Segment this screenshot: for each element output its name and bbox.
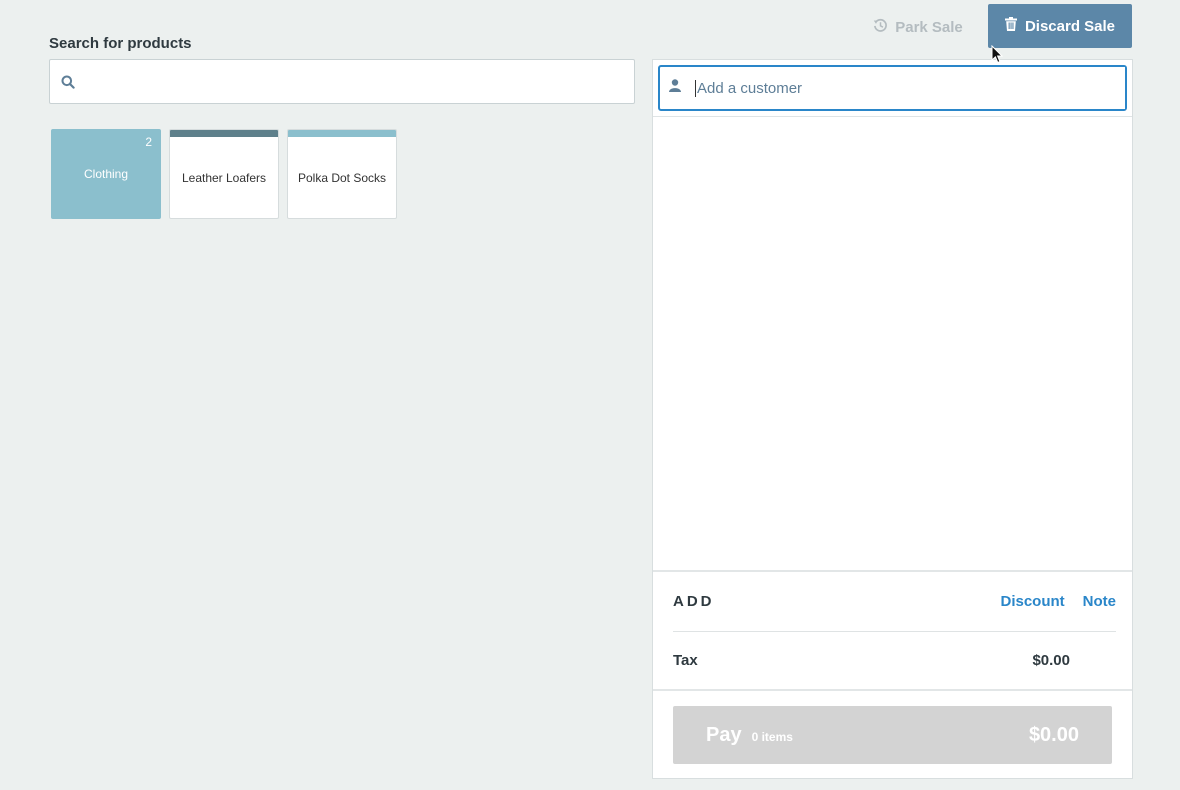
quick-keys: 2 Clothing Leather Loafers Polka Dot Soc… (51, 129, 397, 219)
category-count: 2 (145, 135, 152, 149)
tax-label: Tax (673, 652, 698, 669)
discard-sale-button[interactable]: Discard Sale (988, 4, 1132, 48)
add-discount-link[interactable]: Discount (1000, 593, 1064, 610)
add-note-link[interactable]: Note (1083, 593, 1116, 610)
add-section: ADD Discount Note Tax $0.00 (653, 570, 1132, 689)
category-tile-clothing[interactable]: 2 Clothing (51, 129, 161, 219)
tile-label: Leather Loafers (181, 171, 267, 185)
history-icon (873, 18, 888, 37)
tax-value: $0.00 (1032, 652, 1070, 669)
park-sale-label: Park Sale (895, 18, 963, 36)
product-tile-polka-dot-socks[interactable]: Polka Dot Socks (287, 129, 397, 219)
customer-search-box[interactable] (658, 65, 1127, 111)
mouse-cursor-icon (991, 44, 1004, 69)
tile-color-bar (170, 130, 278, 137)
add-row: ADD Discount Note (673, 572, 1116, 632)
trash-icon (1004, 17, 1017, 35)
search-label: Search for products (49, 35, 192, 52)
discard-sale-label: Discard Sale (1024, 17, 1116, 35)
park-sale-button[interactable]: Park Sale (868, 8, 968, 46)
tile-color-bar (288, 130, 396, 137)
tax-row: Tax $0.00 (673, 632, 1116, 689)
sale-line-items (653, 117, 1132, 570)
pay-button[interactable]: Pay 0 items $0.00 (673, 706, 1112, 764)
pay-item-count: 0 items (751, 729, 793, 744)
product-search-input[interactable] (82, 60, 634, 103)
pay-section: Pay 0 items $0.00 (653, 689, 1132, 779)
tile-label: Polka Dot Socks (297, 171, 387, 185)
customer-input[interactable] (697, 67, 1125, 109)
user-icon (669, 79, 681, 97)
text-caret (695, 79, 696, 97)
add-links: Discount Note (1000, 593, 1116, 610)
pay-label: Pay (706, 723, 742, 746)
pay-left: Pay 0 items (706, 724, 793, 747)
customer-row (653, 60, 1132, 117)
product-tile-leather-loafers[interactable]: Leather Loafers (169, 129, 279, 219)
tile-label: Clothing (83, 167, 129, 181)
search-icon (50, 75, 82, 89)
product-search-box[interactable] (49, 59, 635, 104)
add-title: ADD (673, 593, 715, 610)
pay-amount: $0.00 (1028, 723, 1079, 746)
sale-panel: ADD Discount Note Tax $0.00 Pay 0 items … (652, 59, 1133, 779)
